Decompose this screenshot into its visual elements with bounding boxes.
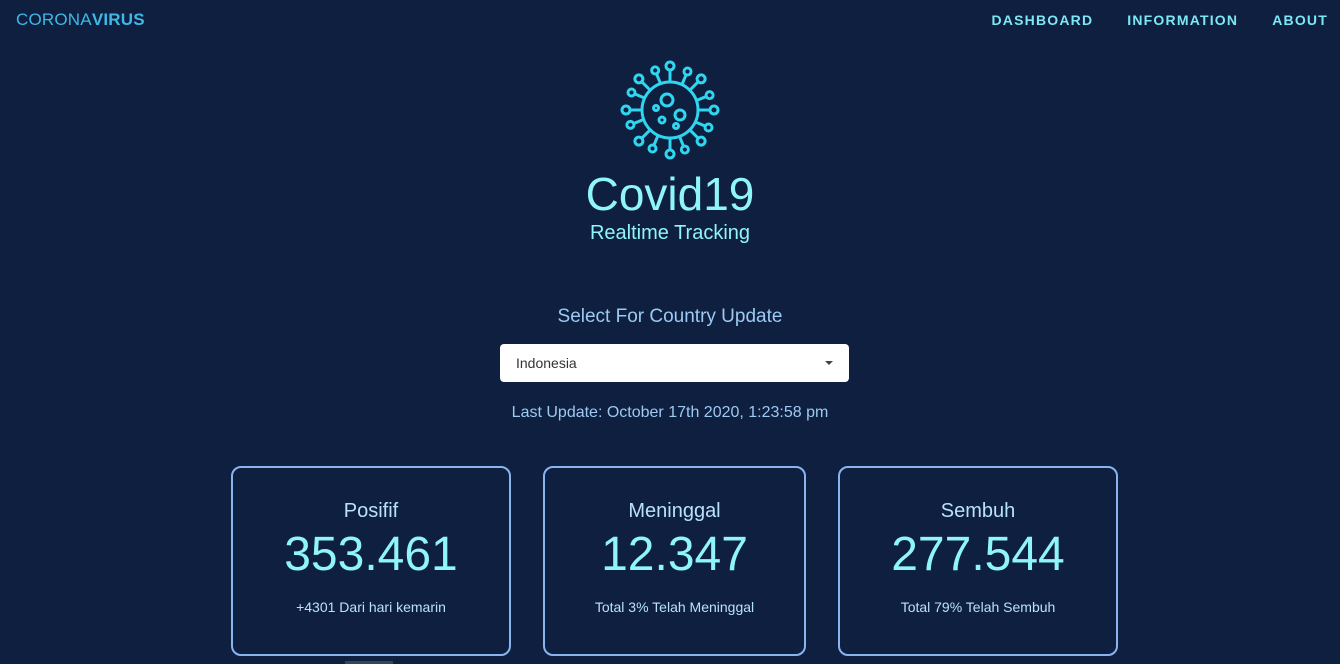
country-select[interactable]: Indonesia bbox=[500, 344, 849, 382]
card-value: 353.461 bbox=[284, 528, 458, 581]
brand-bold-text: VIRUS bbox=[91, 10, 145, 29]
positive-card: Posifif 353.461 +4301 Dari hari kemarin bbox=[231, 466, 511, 656]
card-note: +4301 Dari hari kemarin bbox=[296, 599, 446, 615]
virus-icon bbox=[620, 60, 720, 160]
card-note: Total 3% Telah Meninggal bbox=[594, 599, 755, 615]
country-select-label: Select For Country Update bbox=[557, 306, 783, 327]
caret-down-icon bbox=[825, 361, 833, 365]
nav-information[interactable]: INFORMATION bbox=[1127, 12, 1238, 28]
recovered-card: Sembuh 277.544 Total 79% Telah Sembuh bbox=[838, 466, 1118, 656]
card-label: Posifif bbox=[343, 500, 399, 522]
last-update-text: Last Update: October 17th 2020, 1:23:58 … bbox=[511, 404, 829, 421]
card-label: Sembuh bbox=[940, 500, 1016, 522]
page-title: Covid19 bbox=[585, 168, 755, 220]
nav-about[interactable]: ABOUT bbox=[1272, 12, 1328, 28]
card-value: 277.544 bbox=[891, 528, 1065, 581]
nav-dashboard[interactable]: DASHBOARD bbox=[991, 12, 1093, 28]
death-card: Meninggal 12.347 Total 3% Telah Meningga… bbox=[543, 466, 806, 656]
card-note: Total 79% Telah Sembuh bbox=[900, 599, 1056, 615]
card-label: Meninggal bbox=[628, 500, 721, 522]
card-value: 12.347 bbox=[601, 528, 748, 581]
page-subtitle: Realtime Tracking bbox=[589, 222, 751, 244]
brand-light-text: CORONA bbox=[16, 10, 92, 29]
navbar: CORONAVIRUS DASHBOARD INFORMATION ABOUT bbox=[0, 0, 1340, 40]
hero: Covid19 Realtime Tracking bbox=[0, 60, 1340, 245]
brand-logo[interactable]: CORONAVIRUS bbox=[16, 10, 145, 30]
nav-links: DASHBOARD INFORMATION ABOUT bbox=[991, 12, 1328, 28]
country-select-value: Indonesia bbox=[516, 355, 577, 371]
